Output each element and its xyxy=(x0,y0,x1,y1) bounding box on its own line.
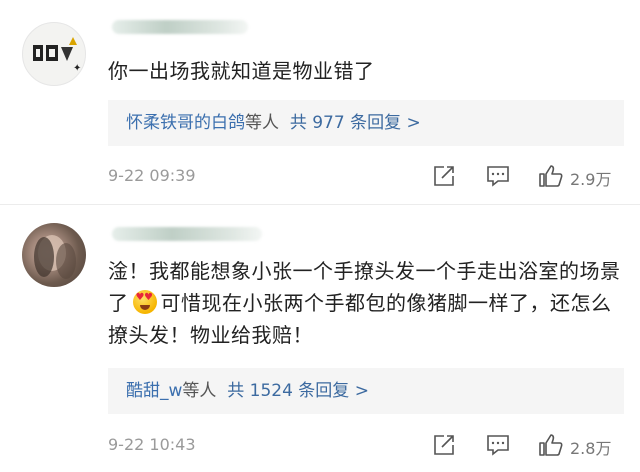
comment-bubble-icon[interactable] xyxy=(485,164,511,192)
comment-bubble-icon[interactable] xyxy=(485,433,511,461)
reply-suffix: 等人 xyxy=(245,113,279,133)
reply-user-name[interactable]: 怀柔铁哥的白鸽 xyxy=(126,113,245,133)
comment-timestamp: 9-22 10:43 xyxy=(108,435,196,454)
username-blurred[interactable] xyxy=(112,227,262,241)
svg-text:✦: ✦ xyxy=(73,63,81,74)
replies-summary[interactable]: 怀柔铁哥的白鸽等人 共 977 条回复 > xyxy=(108,100,624,146)
like-count: 2.8万 xyxy=(570,439,612,458)
avatar[interactable]: ✦ xyxy=(22,22,86,86)
comment-text: 淦！我都能想象小张一个手撩头发一个手走出浴室的场景了可惜现在小张两个手都包的像猪… xyxy=(108,255,624,351)
replies-summary[interactable]: 酷甜_w等人 共 1524 条回复 > xyxy=(108,368,624,414)
edit-share-icon[interactable] xyxy=(432,164,458,192)
heart-eyes-emoji xyxy=(132,290,157,314)
like-count: 2.9万 xyxy=(570,170,612,189)
reply-user-name[interactable]: 酷甜_w xyxy=(126,381,182,401)
reply-suffix: 等人 xyxy=(182,381,217,401)
reply-count-link[interactable]: 共 1524 条回复 > xyxy=(227,381,369,401)
comment-text-part: 可惜现在小张两个手都包的像猪脚一样了，还怎么撩头发！物业给我赔！ xyxy=(108,291,612,347)
comment-item: ✦ 你一出场我就知道是物业错了 怀柔铁哥的白鸽等人 共 977 条回复 > 9-… xyxy=(0,0,640,205)
reply-count-link[interactable]: 共 977 条回复 > xyxy=(290,113,421,133)
edit-share-icon[interactable] xyxy=(432,433,458,461)
thumbs-up-icon[interactable] xyxy=(538,164,564,192)
comment-actions: 2.9万 xyxy=(430,162,630,190)
comment-actions: 2.8万 xyxy=(430,431,630,459)
comment-item: 淦！我都能想象小张一个手撩头发一个手走出浴室的场景了可惜现在小张两个手都包的像猪… xyxy=(0,205,640,472)
username-blurred[interactable] xyxy=(112,20,248,34)
thumbs-up-icon[interactable] xyxy=(538,433,564,461)
comment-text: 你一出场我就知道是物业错了 xyxy=(108,59,375,83)
comment-timestamp: 9-22 09:39 xyxy=(108,166,196,185)
avatar[interactable] xyxy=(22,223,86,287)
